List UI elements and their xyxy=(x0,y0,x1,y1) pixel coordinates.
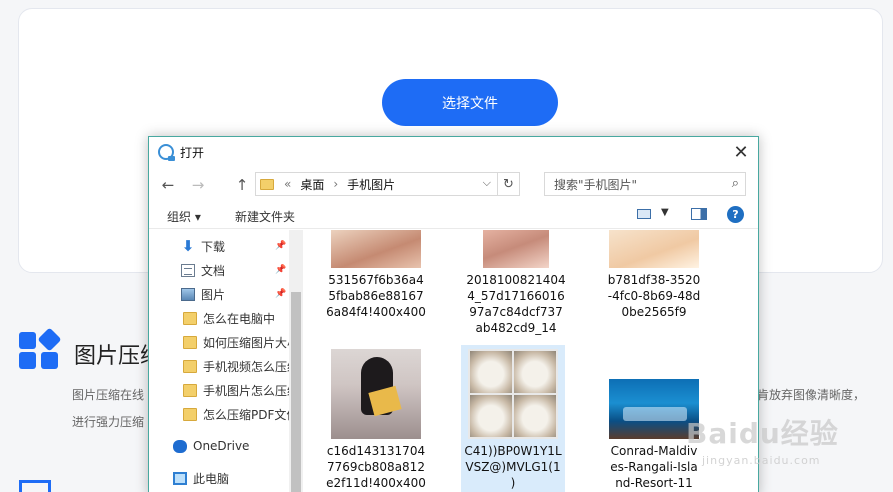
folder-icon xyxy=(183,335,197,349)
sidebar-item-folder[interactable]: 怎么在电脑中 xyxy=(149,307,289,329)
cat-image-cell xyxy=(514,395,556,437)
new-folder-button[interactable]: 新建文件夹 xyxy=(235,208,295,225)
sidebar-item-folder[interactable]: 如何压缩图片大小 xyxy=(149,331,289,353)
breadcrumb-phone-pictures[interactable]: 手机图片 xyxy=(347,176,395,193)
computer-icon xyxy=(173,471,187,485)
pin-icon: 📌 xyxy=(275,265,287,275)
sidebar-item-label: OneDrive xyxy=(193,439,250,453)
sidebar-item-folder[interactable]: 手机图片怎么压缩 xyxy=(149,379,289,401)
search-input[interactable]: 搜索"手机图片" ⌕ xyxy=(544,172,746,196)
sidebar-item-label: 此电脑 xyxy=(193,471,230,486)
feature-description: 进行强力压缩 xyxy=(72,415,145,429)
feature-icon xyxy=(19,327,62,370)
up-arrow-icon[interactable]: ↑ xyxy=(233,176,251,194)
feature-title: 图片压缩 xyxy=(74,344,148,369)
onedrive-icon xyxy=(173,439,187,453)
sidebar-item-label: 如何压缩图片大小 xyxy=(203,335,289,350)
cat-image-cell xyxy=(470,395,512,437)
file-thumbnail xyxy=(483,230,549,268)
sidebar-item-downloads[interactable]: ⬇ 下载 📌 xyxy=(149,235,289,257)
document-icon xyxy=(181,263,195,277)
file-name: c16d143131704 7769cb808a812 e2f11d!400x4… xyxy=(326,444,426,490)
file-list: 531567f6b36a4 5fbab86e88167 6a84f4!400x4… xyxy=(304,230,758,492)
address-bar[interactable]: « 桌面 › 手机图片 ⌵ ↻ xyxy=(255,172,520,196)
open-file-dialog: 打开 ✕ ← → ↑ « 桌面 › 手机图片 ⌵ ↻ 搜索"手机图片" ⌕ 组织… xyxy=(148,136,759,492)
chevron-down-icon[interactable]: ⌵ xyxy=(483,176,491,190)
feature-icon-square xyxy=(41,352,58,369)
feature-description-right: 肯放弃图像清晰度， xyxy=(757,388,866,402)
folder-icon xyxy=(260,178,274,190)
sidebar-item-label: 怎么在电脑中 xyxy=(203,311,276,326)
chevron-down-icon[interactable]: ▼ xyxy=(661,207,669,218)
feature-icon-square xyxy=(19,332,36,349)
watermark-logo: Baidu经验 xyxy=(686,417,839,450)
file-name: 531567f6b36a4 5fbab86e88167 6a84f4!400x4… xyxy=(326,273,426,319)
download-icon: ⬇ xyxy=(181,236,195,255)
sidebar-item-label: 手机图片怎么压缩 xyxy=(203,383,289,398)
feature-icon-square xyxy=(19,352,36,369)
sidebar-item-label: 图片 xyxy=(201,287,226,302)
scrollbar-thumb[interactable] xyxy=(291,292,301,492)
folder-icon xyxy=(183,359,197,373)
file-name: C41))BP0W1Y1L VSZ@)MVLG1(1 ) xyxy=(464,444,562,490)
file-thumbnail xyxy=(468,349,558,439)
breadcrumb-overflow[interactable]: « xyxy=(284,177,291,191)
navigation-pane: ⬇ 下载 📌 文档 📌 图片 📌 怎么在电脑中 如何压缩图片大小 xyxy=(149,230,289,492)
refresh-icon[interactable]: ↻ xyxy=(497,172,519,196)
feature-icon-diamond xyxy=(37,327,62,352)
breadcrumb-desktop[interactable]: 桌面 xyxy=(300,176,324,193)
file-item-selected[interactable]: C41))BP0W1Y1L VSZ@)MVLG1(1 ) xyxy=(461,345,565,492)
folder-icon xyxy=(183,407,197,421)
dialog-titlebar: 打开 ✕ xyxy=(149,137,758,167)
sidebar-item-folder[interactable]: 怎么压缩PDF文件 xyxy=(149,403,289,425)
select-file-button[interactable]: 选择文件 xyxy=(382,79,558,126)
search-placeholder: 搜索"手机图片" xyxy=(554,177,638,192)
sidebar-item-label: 文档 xyxy=(201,263,226,278)
file-item[interactable]: 531567f6b36a4 5fbab86e88167 6a84f4!400x4… xyxy=(324,230,428,320)
sidebar-item-label: 怎么压缩PDF文件 xyxy=(203,407,289,422)
cat-image-cell xyxy=(514,351,556,393)
file-item[interactable]: b781df38-3520 -4fc0-8b69-48d 0be2565f9 xyxy=(602,230,706,320)
open-dialog-icon xyxy=(158,144,175,161)
preview-pane-icon[interactable] xyxy=(691,208,707,220)
organize-button[interactable]: 组织 ▾ xyxy=(167,208,201,225)
dialog-title: 打开 xyxy=(180,145,205,160)
pin-icon: 📌 xyxy=(275,241,287,251)
folder-icon xyxy=(183,383,197,397)
dialog-body: ⬇ 下载 📌 文档 📌 图片 📌 怎么在电脑中 如何压缩图片大小 xyxy=(149,230,758,492)
file-thumbnail xyxy=(609,230,699,268)
view-options-icon[interactable] xyxy=(637,209,651,219)
sidebar-item-onedrive[interactable]: OneDrive xyxy=(149,435,289,457)
navigation-bar: ← → ↑ « 桌面 › 手机图片 ⌵ ↻ 搜索"手机图片" ⌕ xyxy=(149,167,758,201)
file-name: b781df38-3520 -4fc0-8b69-48d 0be2565f9 xyxy=(607,273,701,319)
sidebar-item-pictures[interactable]: 图片 📌 xyxy=(149,283,289,305)
file-item[interactable]: c16d143131704 7769cb808a812 e2f11d!400x4… xyxy=(324,349,428,491)
folder-icon xyxy=(183,311,197,325)
sidebar-scrollbar[interactable] xyxy=(289,230,303,492)
file-name: 2018100821404 4_57d17166016 97a7c84dcf73… xyxy=(466,273,566,335)
pictures-icon xyxy=(181,287,195,301)
cat-image-cell xyxy=(470,351,512,393)
dialog-toolbar: 组织 ▾ 新建文件夹 ▼ ? xyxy=(149,201,758,229)
file-thumbnail xyxy=(331,349,421,439)
breadcrumb-separator: › xyxy=(333,177,339,191)
watermark-url: jingyan.baidu.com xyxy=(702,454,821,467)
close-icon[interactable]: ✕ xyxy=(730,141,752,163)
file-thumbnail xyxy=(331,230,421,268)
help-icon[interactable]: ? xyxy=(727,206,744,223)
section-icon xyxy=(19,480,51,492)
forward-arrow-icon[interactable]: → xyxy=(189,176,207,194)
feature-description: 图片压缩在线 xyxy=(72,388,145,402)
pin-icon: 📌 xyxy=(275,289,287,299)
sidebar-item-label: 下载 xyxy=(201,239,226,254)
file-item[interactable]: 2018100821404 4_57d17166016 97a7c84dcf73… xyxy=(464,230,568,336)
sidebar-item-folder[interactable]: 手机视频怎么压缩 xyxy=(149,355,289,377)
back-arrow-icon[interactable]: ← xyxy=(159,176,177,194)
sidebar-item-documents[interactable]: 文档 📌 xyxy=(149,259,289,281)
sidebar-item-this-pc[interactable]: 此电脑 xyxy=(149,467,289,489)
sidebar-item-label: 手机视频怎么压缩 xyxy=(203,359,289,374)
search-icon[interactable]: ⌕ xyxy=(732,176,739,191)
